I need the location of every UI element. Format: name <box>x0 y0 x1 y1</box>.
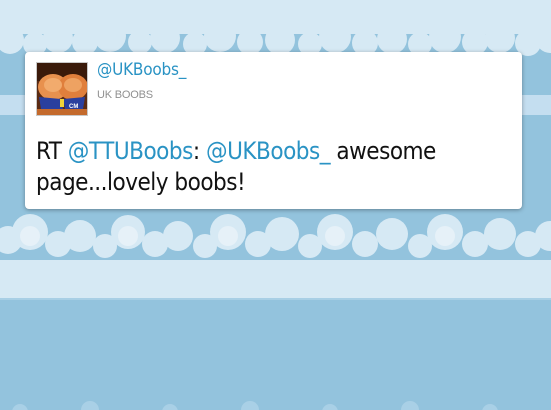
user-avatar-image: CM <box>37 63 87 115</box>
mention-link-ttuboobs[interactable]: @TTUBoobs <box>68 137 194 165</box>
user-handle-link[interactable]: @UKBoobs_ <box>97 60 186 80</box>
tweet-text-separator: : <box>192 137 206 165</box>
user-avatar[interactable]: CM <box>36 62 88 116</box>
tweet-card: CM @UKBoobs_ UK BOOBS RT @TTUBoobs: @UKB… <box>25 52 522 209</box>
tweet-text-prefix: RT <box>36 137 68 165</box>
display-name: UK BOOBS <box>97 89 153 101</box>
svg-text:CM: CM <box>69 104 78 110</box>
mention-link-ukboobs[interactable]: @UKBoobs_ <box>206 137 331 165</box>
tweet-text: RT @TTUBoobs: @UKBoobs_ awesome page...l… <box>36 136 506 198</box>
